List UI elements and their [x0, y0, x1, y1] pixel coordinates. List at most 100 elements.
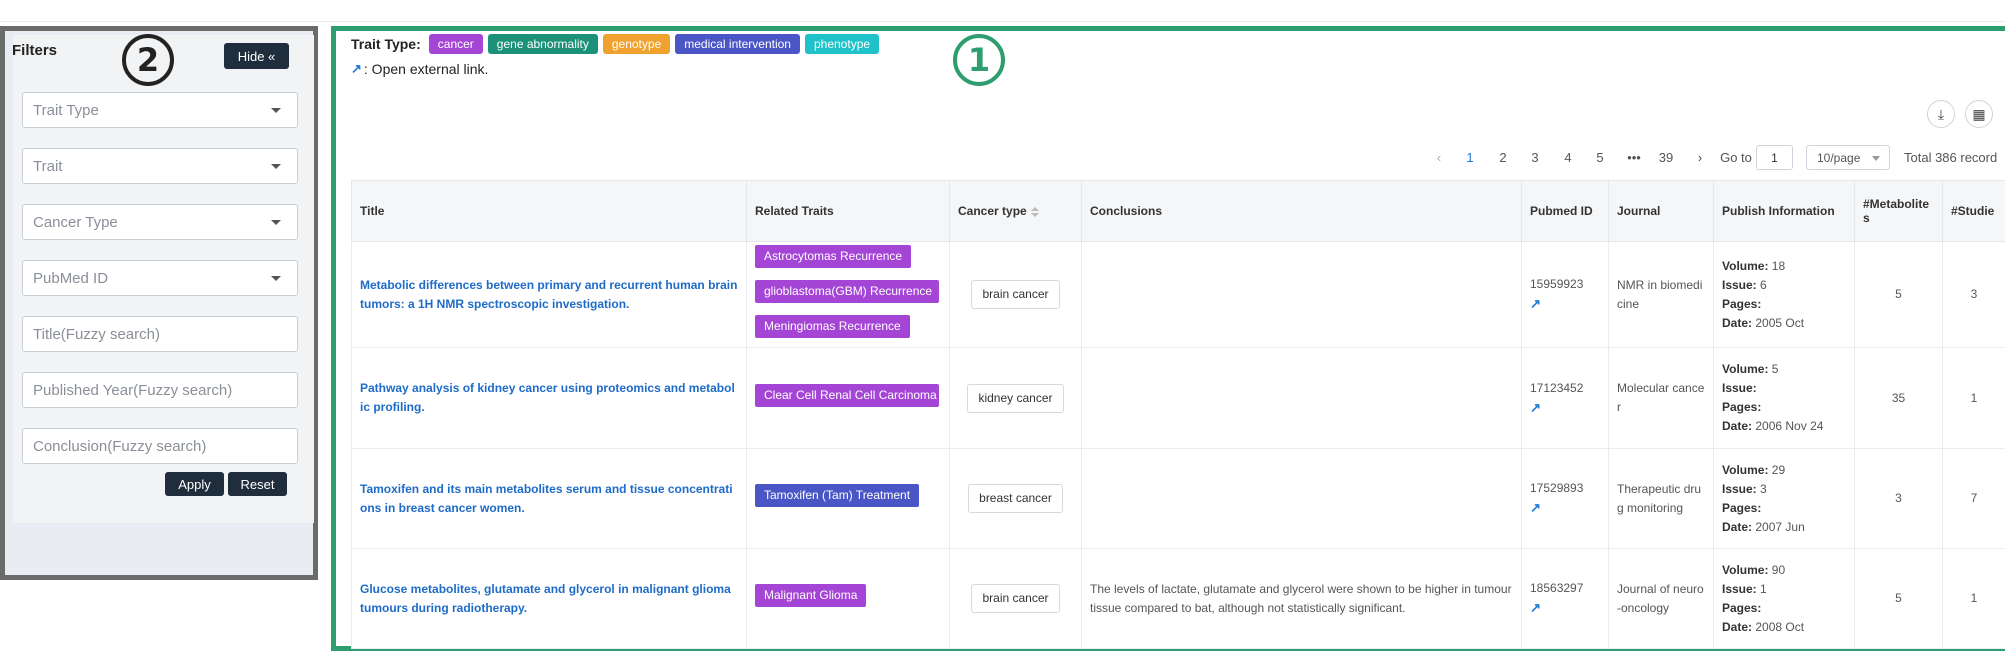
next-page-icon[interactable]: › — [1690, 150, 1710, 165]
trait-type-tag: gene abnormality — [487, 34, 598, 54]
filter-placeholder: Title(Fuzzy search) — [33, 325, 160, 343]
cell-studies: 1 — [1942, 347, 2005, 449]
cell-pubmed-id: 17123452 ↗ — [1521, 347, 1609, 449]
cell-pubmed-id: 18563297 ↗ — [1521, 548, 1609, 649]
page-number[interactable]: 39 — [1656, 150, 1676, 165]
header-publish-information: Publish Information — [1713, 180, 1855, 242]
publish-pages-label: Pages: — [1722, 400, 1762, 414]
paper-title-link[interactable]: Tamoxifen and its main metabolites serum… — [360, 482, 733, 515]
page-number[interactable]: 5 — [1590, 150, 1610, 165]
cell-cancer-type: breast cancer — [949, 448, 1082, 549]
publish-date-line: Date: 2007 Jun — [1722, 518, 1846, 537]
cell-publish-information: Volume: 29 Issue: 3 Pages: Date: 2007 Jun — [1713, 448, 1855, 549]
page-size-select[interactable]: 10/page — [1806, 145, 1890, 170]
goto-label: Go to — [1720, 150, 1752, 165]
cell-title: Glucose metabolites, glutamate and glyce… — [351, 548, 747, 649]
related-trait-tag[interactable]: glioblastoma(GBM) Recurrence — [755, 280, 939, 303]
columns-grid-icon[interactable]: ▦ — [1965, 100, 1993, 128]
publish-volume-label: Volume: — [1722, 462, 1769, 477]
prev-page-icon[interactable]: ‹ — [1429, 150, 1449, 165]
paper-title-link[interactable]: Glucose metabolites, glutamate and glyce… — [360, 582, 731, 615]
publish-volume-value: 29 — [1771, 462, 1786, 477]
cell-metabolites: 35 — [1854, 347, 1943, 449]
cell-journal: Molecular cancer — [1608, 347, 1714, 449]
related-trait-tag[interactable]: Tamoxifen (Tam) Treatment — [755, 484, 920, 507]
trait-type-label: Trait Type: — [351, 36, 421, 52]
publish-volume-line: Volume: 5 — [1722, 360, 1846, 379]
filter-placeholder: Conclusion(Fuzzy search) — [33, 437, 207, 455]
publish-volume-value: 18 — [1771, 258, 1786, 273]
hide-filters-button[interactable]: Hide « — [224, 43, 289, 69]
header-title[interactable]: Title — [351, 180, 747, 242]
external-link-legend: ↗ : Open external link. — [351, 61, 488, 77]
related-trait-tag[interactable]: Astrocytomas Recurrence — [755, 245, 912, 268]
trait-type-tag: medical intervention — [675, 34, 800, 54]
header-conclusions: Conclusions — [1081, 180, 1522, 242]
pubmed-id: 17529893 — [1530, 481, 1584, 495]
external-link-icon[interactable]: ↗ — [1530, 500, 1541, 515]
apply-button[interactable]: Apply — [165, 472, 224, 496]
page-number[interactable]: 3 — [1525, 150, 1545, 165]
cell-studies: 3 — [1942, 241, 2005, 348]
paper-title-link[interactable]: Pathway analysis of kidney cancer using … — [360, 381, 735, 414]
filter-placeholder: Trait Type — [33, 101, 99, 119]
trait-type-select[interactable]: Trait Type — [22, 92, 298, 128]
related-trait-tag[interactable]: Malignant Glioma — [755, 584, 867, 607]
publish-issue-line: Issue: — [1722, 379, 1846, 398]
published-year-search-input[interactable]: Published Year(Fuzzy search) — [22, 372, 298, 408]
cell-publish-information: Volume: 18 Issue: 6 Pages: Date: 2005 Oct — [1713, 241, 1855, 348]
publish-pages-label: Pages: — [1722, 500, 1762, 515]
goto-page-input[interactable]: 1 — [1756, 145, 1793, 170]
cell-related-traits: Astrocytomas Recurrence glioblastoma(GBM)… — [746, 241, 950, 348]
cell-cancer-type: kidney cancer — [949, 347, 1082, 449]
publish-pages-line: Pages: — [1722, 398, 1846, 417]
publish-pages-label: Pages: — [1722, 296, 1762, 311]
pagination-ellipsis[interactable]: ••• — [1624, 150, 1644, 165]
cell-metabolites: 5 — [1854, 241, 1943, 348]
external-link-icon: ↗ — [351, 61, 362, 76]
cell-title: Pathway analysis of kidney cancer using … — [351, 347, 747, 449]
external-link-legend-text: : Open external link. — [363, 61, 489, 77]
header-related-traits: Related Traits — [746, 180, 950, 242]
conclusion-search-input[interactable]: Conclusion(Fuzzy search) — [22, 428, 298, 464]
cell-pubmed-id: 15959923 ↗ — [1521, 241, 1609, 348]
annotation-number-1: 1 — [953, 34, 1005, 86]
top-strip — [0, 0, 2005, 22]
related-trait-tag[interactable]: Clear Cell Renal Cell Carcinoma (ccRCC) — [755, 383, 939, 407]
header-cancer-type[interactable]: Cancer type — [949, 180, 1082, 242]
page-number[interactable]: 1 — [1460, 150, 1480, 165]
total-records: Total 386 record — [1904, 150, 1998, 165]
sort-icon[interactable] — [1030, 206, 1039, 217]
reset-button[interactable]: Reset — [228, 472, 287, 496]
header-journal: Journal — [1608, 180, 1714, 242]
table-row: Metabolic differences between primary an… — [351, 241, 2005, 348]
table-row: Glucose metabolites, glutamate and glyce… — [351, 548, 2005, 649]
trait-select[interactable]: Trait — [22, 148, 298, 184]
cell-studies: 1 — [1942, 548, 2005, 649]
publish-date-label: Date: — [1722, 519, 1753, 534]
cell-conclusions — [1081, 448, 1522, 549]
paper-title-link[interactable]: Metabolic differences between primary an… — [360, 278, 737, 311]
page-number[interactable]: 2 — [1493, 150, 1513, 165]
related-trait-tag[interactable]: Meningiomas Recurrence — [755, 315, 910, 338]
cell-related-traits: Malignant Glioma — [746, 548, 950, 649]
external-link-icon[interactable]: ↗ — [1530, 600, 1541, 615]
external-link-icon[interactable]: ↗ — [1530, 400, 1541, 415]
publish-pages-line: Pages: — [1722, 599, 1846, 618]
publish-date-value: 2008 Oct — [1755, 619, 1805, 634]
cancer-type-tag: breast cancer — [968, 484, 1063, 513]
cell-conclusions — [1081, 241, 1522, 348]
publish-volume-value: 90 — [1771, 562, 1786, 577]
pubmed-id-select[interactable]: PubMed ID — [22, 260, 298, 296]
publish-volume-label: Volume: — [1722, 562, 1769, 577]
page-size-value: 10/page — [1817, 150, 1861, 165]
publish-date-value: 2007 Jun — [1755, 519, 1805, 534]
download-icon[interactable]: ⤓ — [1927, 100, 1955, 128]
title-search-input[interactable]: Title(Fuzzy search) — [22, 316, 298, 352]
publish-issue-label: Issue: — [1722, 481, 1757, 496]
cancer-type-select[interactable]: Cancer Type — [22, 204, 298, 240]
header-studies: #Studie — [1942, 180, 2005, 242]
page-number[interactable]: 4 — [1558, 150, 1578, 165]
cell-publish-information: Volume: 5 Issue: Pages: Date: 2006 Nov 24 — [1713, 347, 1855, 449]
external-link-icon[interactable]: ↗ — [1530, 296, 1541, 311]
